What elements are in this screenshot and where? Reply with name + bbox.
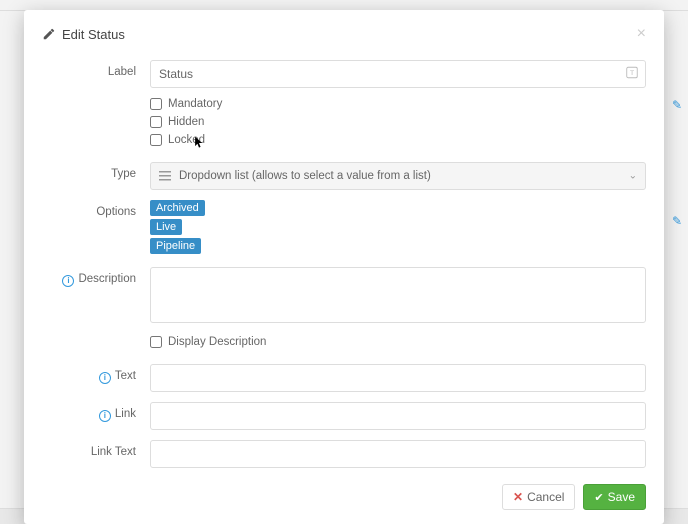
option-tag[interactable]: Pipeline bbox=[150, 238, 201, 254]
x-icon: ✕ bbox=[513, 490, 523, 504]
text-label: iText bbox=[42, 364, 150, 384]
type-label: Type bbox=[42, 162, 150, 180]
options-label: Options bbox=[42, 200, 150, 218]
row-edit-icon: ✎ bbox=[672, 98, 682, 112]
mandatory-label: Mandatory bbox=[168, 98, 222, 110]
edit-icon bbox=[42, 27, 56, 41]
link-text-label: Link Text bbox=[42, 440, 150, 458]
save-button[interactable]: ✔ Save bbox=[583, 484, 646, 510]
text-input[interactable] bbox=[150, 364, 646, 392]
hidden-label: Hidden bbox=[168, 116, 204, 128]
hidden-checkbox[interactable] bbox=[150, 116, 162, 128]
type-value: Dropdown list (allows to select a value … bbox=[179, 170, 431, 182]
modal-title: Edit Status bbox=[62, 27, 125, 42]
description-input[interactable] bbox=[150, 267, 646, 323]
cancel-button[interactable]: ✕ Cancel bbox=[502, 484, 575, 510]
chevron-down-icon: ⌄ bbox=[629, 171, 637, 182]
info-icon[interactable]: i bbox=[62, 275, 74, 287]
option-tag[interactable]: Archived bbox=[150, 200, 205, 216]
type-select[interactable]: Dropdown list (allows to select a value … bbox=[150, 162, 646, 190]
locked-checkbox[interactable] bbox=[150, 134, 162, 146]
row-edit-icon: ✎ bbox=[672, 214, 682, 228]
display-description-checkbox[interactable] bbox=[150, 336, 162, 348]
link-input[interactable] bbox=[150, 402, 646, 430]
modal-footer: ✕ Cancel ✔ Save bbox=[42, 484, 646, 510]
modal-header: Edit Status × bbox=[42, 26, 646, 42]
list-icon bbox=[159, 171, 171, 181]
label-label: Label bbox=[42, 60, 150, 78]
locked-label: Locked bbox=[168, 134, 205, 146]
locked-checkbox-row: Locked bbox=[150, 134, 646, 146]
translate-icon[interactable]: T bbox=[626, 67, 638, 82]
check-icon: ✔ bbox=[594, 491, 603, 504]
hidden-checkbox-row: Hidden bbox=[150, 116, 646, 128]
edit-status-modal: Edit Status × Label T Mandatory Hidden bbox=[24, 10, 664, 524]
description-label: iDescription bbox=[42, 267, 150, 287]
mandatory-checkbox-row: Mandatory bbox=[150, 98, 646, 110]
link-label: iLink bbox=[42, 402, 150, 422]
close-button[interactable]: × bbox=[637, 26, 646, 42]
label-input[interactable] bbox=[150, 60, 646, 88]
svg-text:T: T bbox=[630, 70, 634, 77]
info-icon[interactable]: i bbox=[99, 372, 111, 384]
link-text-input[interactable] bbox=[150, 440, 646, 468]
option-tag[interactable]: Live bbox=[150, 219, 182, 235]
display-description-label: Display Description bbox=[168, 336, 266, 348]
mandatory-checkbox[interactable] bbox=[150, 98, 162, 110]
info-icon[interactable]: i bbox=[99, 410, 111, 422]
display-description-row: Display Description bbox=[150, 336, 646, 348]
